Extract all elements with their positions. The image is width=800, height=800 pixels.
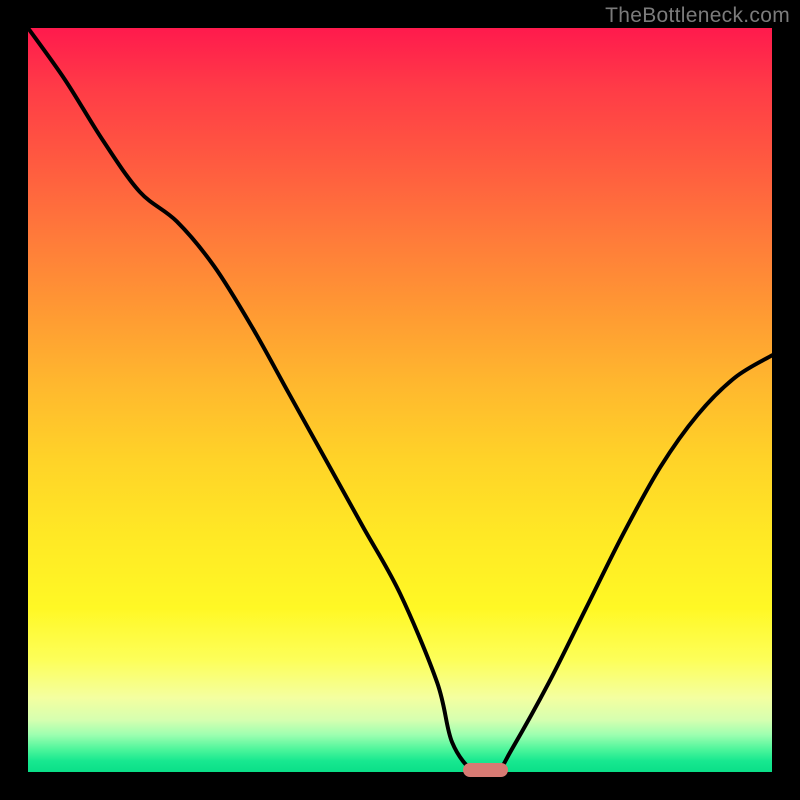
chart-plot-area xyxy=(28,28,772,772)
chart-frame: TheBottleneck.com xyxy=(0,0,800,800)
optimal-marker xyxy=(463,763,508,777)
bottleneck-curve xyxy=(28,28,772,772)
watermark-text: TheBottleneck.com xyxy=(605,4,790,28)
